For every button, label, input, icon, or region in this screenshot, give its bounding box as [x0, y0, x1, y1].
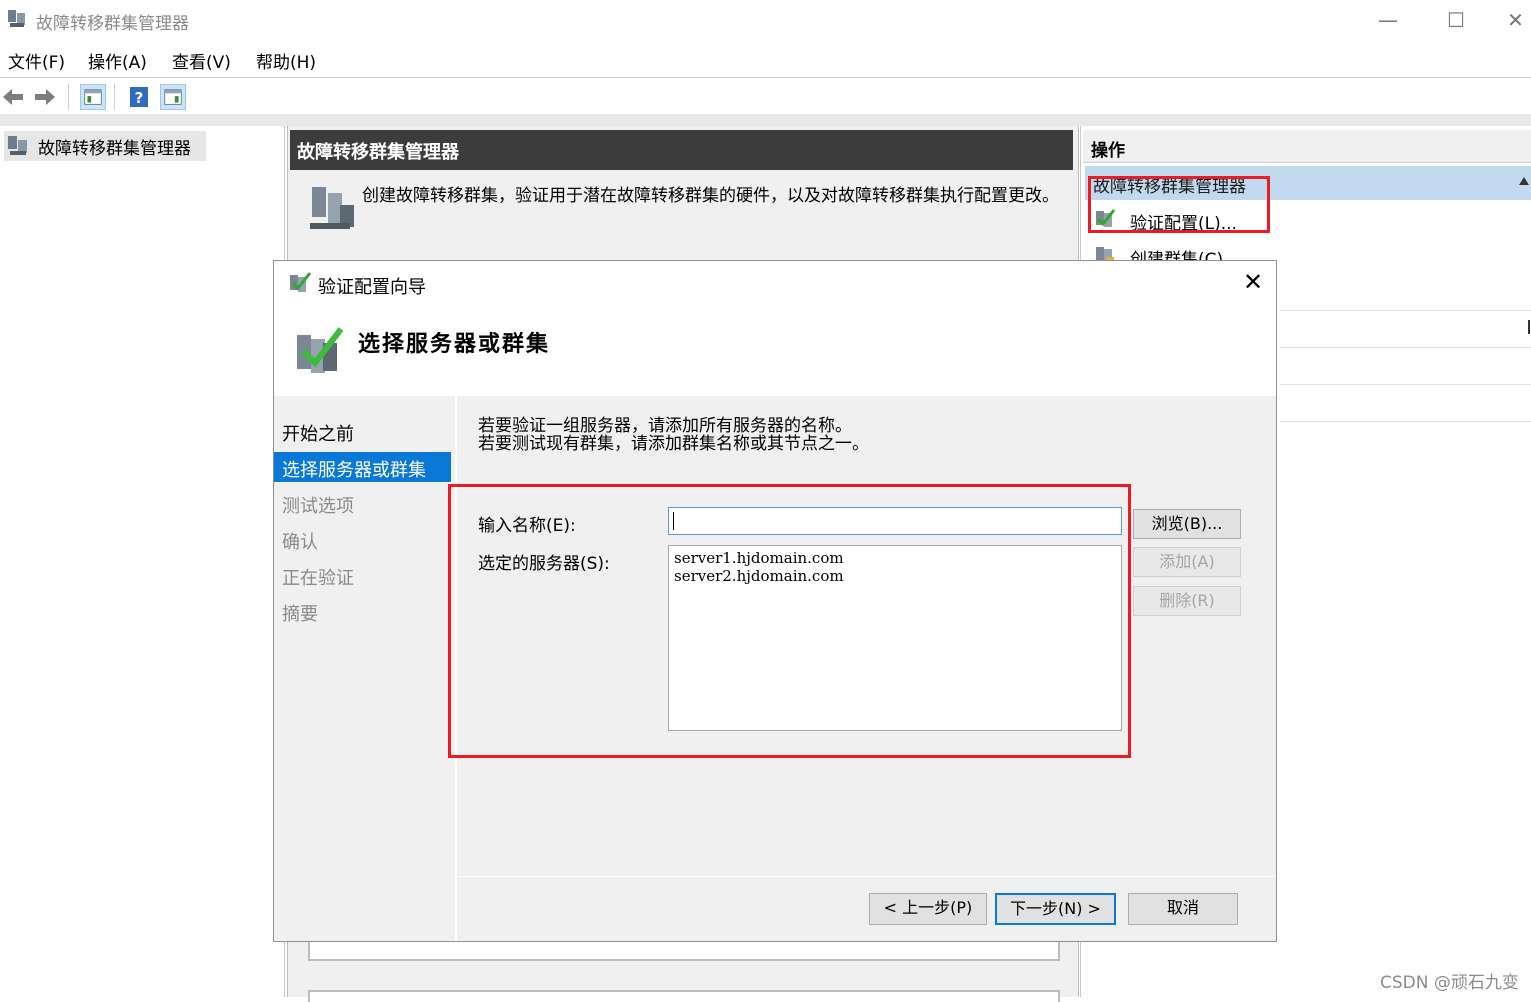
back-arrow-icon[interactable]: [0, 84, 26, 110]
highlight-box-actions: [1088, 176, 1270, 233]
wizard-close-button[interactable]: ✕: [1240, 268, 1266, 296]
title-bar: [0, 0, 1531, 40]
wizard-footer-divider: [457, 876, 1276, 877]
close-window-button[interactable]: ✕: [1500, 6, 1531, 34]
menu-view[interactable]: 查看(V): [172, 48, 231, 73]
remove-button[interactable]: 删除(R): [1133, 586, 1241, 616]
forward-arrow-icon[interactable]: [32, 84, 58, 110]
submenu-arrow-icon: [1528, 320, 1530, 334]
instruction-line-1: 若要验证一组服务器，请添加所有服务器的名称。: [478, 416, 852, 436]
menu-file[interactable]: 文件(F): [8, 48, 65, 73]
maximize-button[interactable]: ☐: [1436, 6, 1476, 34]
tree-node-label: 故障转移群集管理器: [38, 139, 191, 159]
wizard-step-select-servers[interactable]: 选择服务器或群集: [282, 456, 426, 482]
center-title: 故障转移群集管理器: [297, 142, 459, 163]
actions-divider: [1280, 384, 1531, 385]
show-actions-icon[interactable]: [160, 84, 186, 110]
wizard-step-confirmation: 确认: [282, 532, 318, 553]
show-tree-icon[interactable]: [80, 84, 106, 110]
actions-header: [1083, 130, 1531, 163]
wizard-step-before-you-begin[interactable]: 开始之前: [282, 420, 354, 446]
watermark: CSDN @顽石九变: [1380, 973, 1519, 993]
actions-divider: [1280, 421, 1531, 422]
menu-action[interactable]: 操作(A): [88, 48, 147, 73]
window-title: 故障转移群集管理器: [36, 14, 189, 34]
center-panel-frame: [308, 990, 1060, 1002]
actions-title: 操作: [1091, 141, 1125, 161]
wizard-title-icon: [290, 272, 312, 292]
toolbar-border: [0, 114, 1531, 126]
wizard-heading: 选择服务器或群集: [358, 332, 551, 357]
minimize-button[interactable]: —: [1368, 6, 1408, 34]
help-icon[interactable]: ?: [126, 84, 152, 110]
cluster-servers-icon: [310, 187, 354, 229]
toolbar-separator: [68, 84, 69, 110]
instruction-line-2: 若要测试现有群集，请添加群集名称或其节点之一。: [478, 434, 869, 454]
wizard-instructions: 若要验证一组服务器，请添加所有服务器的名称。 若要测试现有群集，请添加群集名称或…: [478, 417, 869, 453]
wizard-step-test-options: 测试选项: [282, 496, 354, 517]
navigation-tree: [0, 126, 285, 997]
menu-help[interactable]: 帮助(H): [256, 48, 316, 73]
cluster-manager-app-icon: [8, 10, 25, 27]
collapse-arrow-icon[interactable]: [1518, 176, 1530, 186]
toolbar: [0, 79, 1531, 113]
actions-divider: [1280, 310, 1531, 311]
wizard-title: 验证配置向导: [318, 277, 426, 298]
cluster-manager-icon: [8, 136, 27, 155]
previous-button[interactable]: < 上一步(P): [869, 893, 987, 925]
highlight-box-dialog: [448, 484, 1131, 758]
wizard-heading-icon: [297, 327, 344, 373]
next-button[interactable]: 下一步(N) >: [995, 893, 1116, 925]
center-description: 创建故障转移群集，验证用于潜在故障转移群集的硬件，以及对故障转移群集执行配置更改…: [362, 186, 1059, 206]
cancel-button[interactable]: 取消: [1128, 893, 1238, 925]
menu-divider: [0, 77, 1531, 78]
actions-divider: [1280, 347, 1531, 348]
wizard-step-validating: 正在验证: [282, 568, 354, 589]
toolbar-separator: [114, 84, 115, 110]
browse-button[interactable]: 浏览(B)...: [1133, 509, 1241, 539]
wizard-step-summary: 摘要: [282, 604, 318, 625]
add-button[interactable]: 添加(A): [1133, 547, 1241, 577]
svg-text:?: ?: [135, 89, 144, 107]
